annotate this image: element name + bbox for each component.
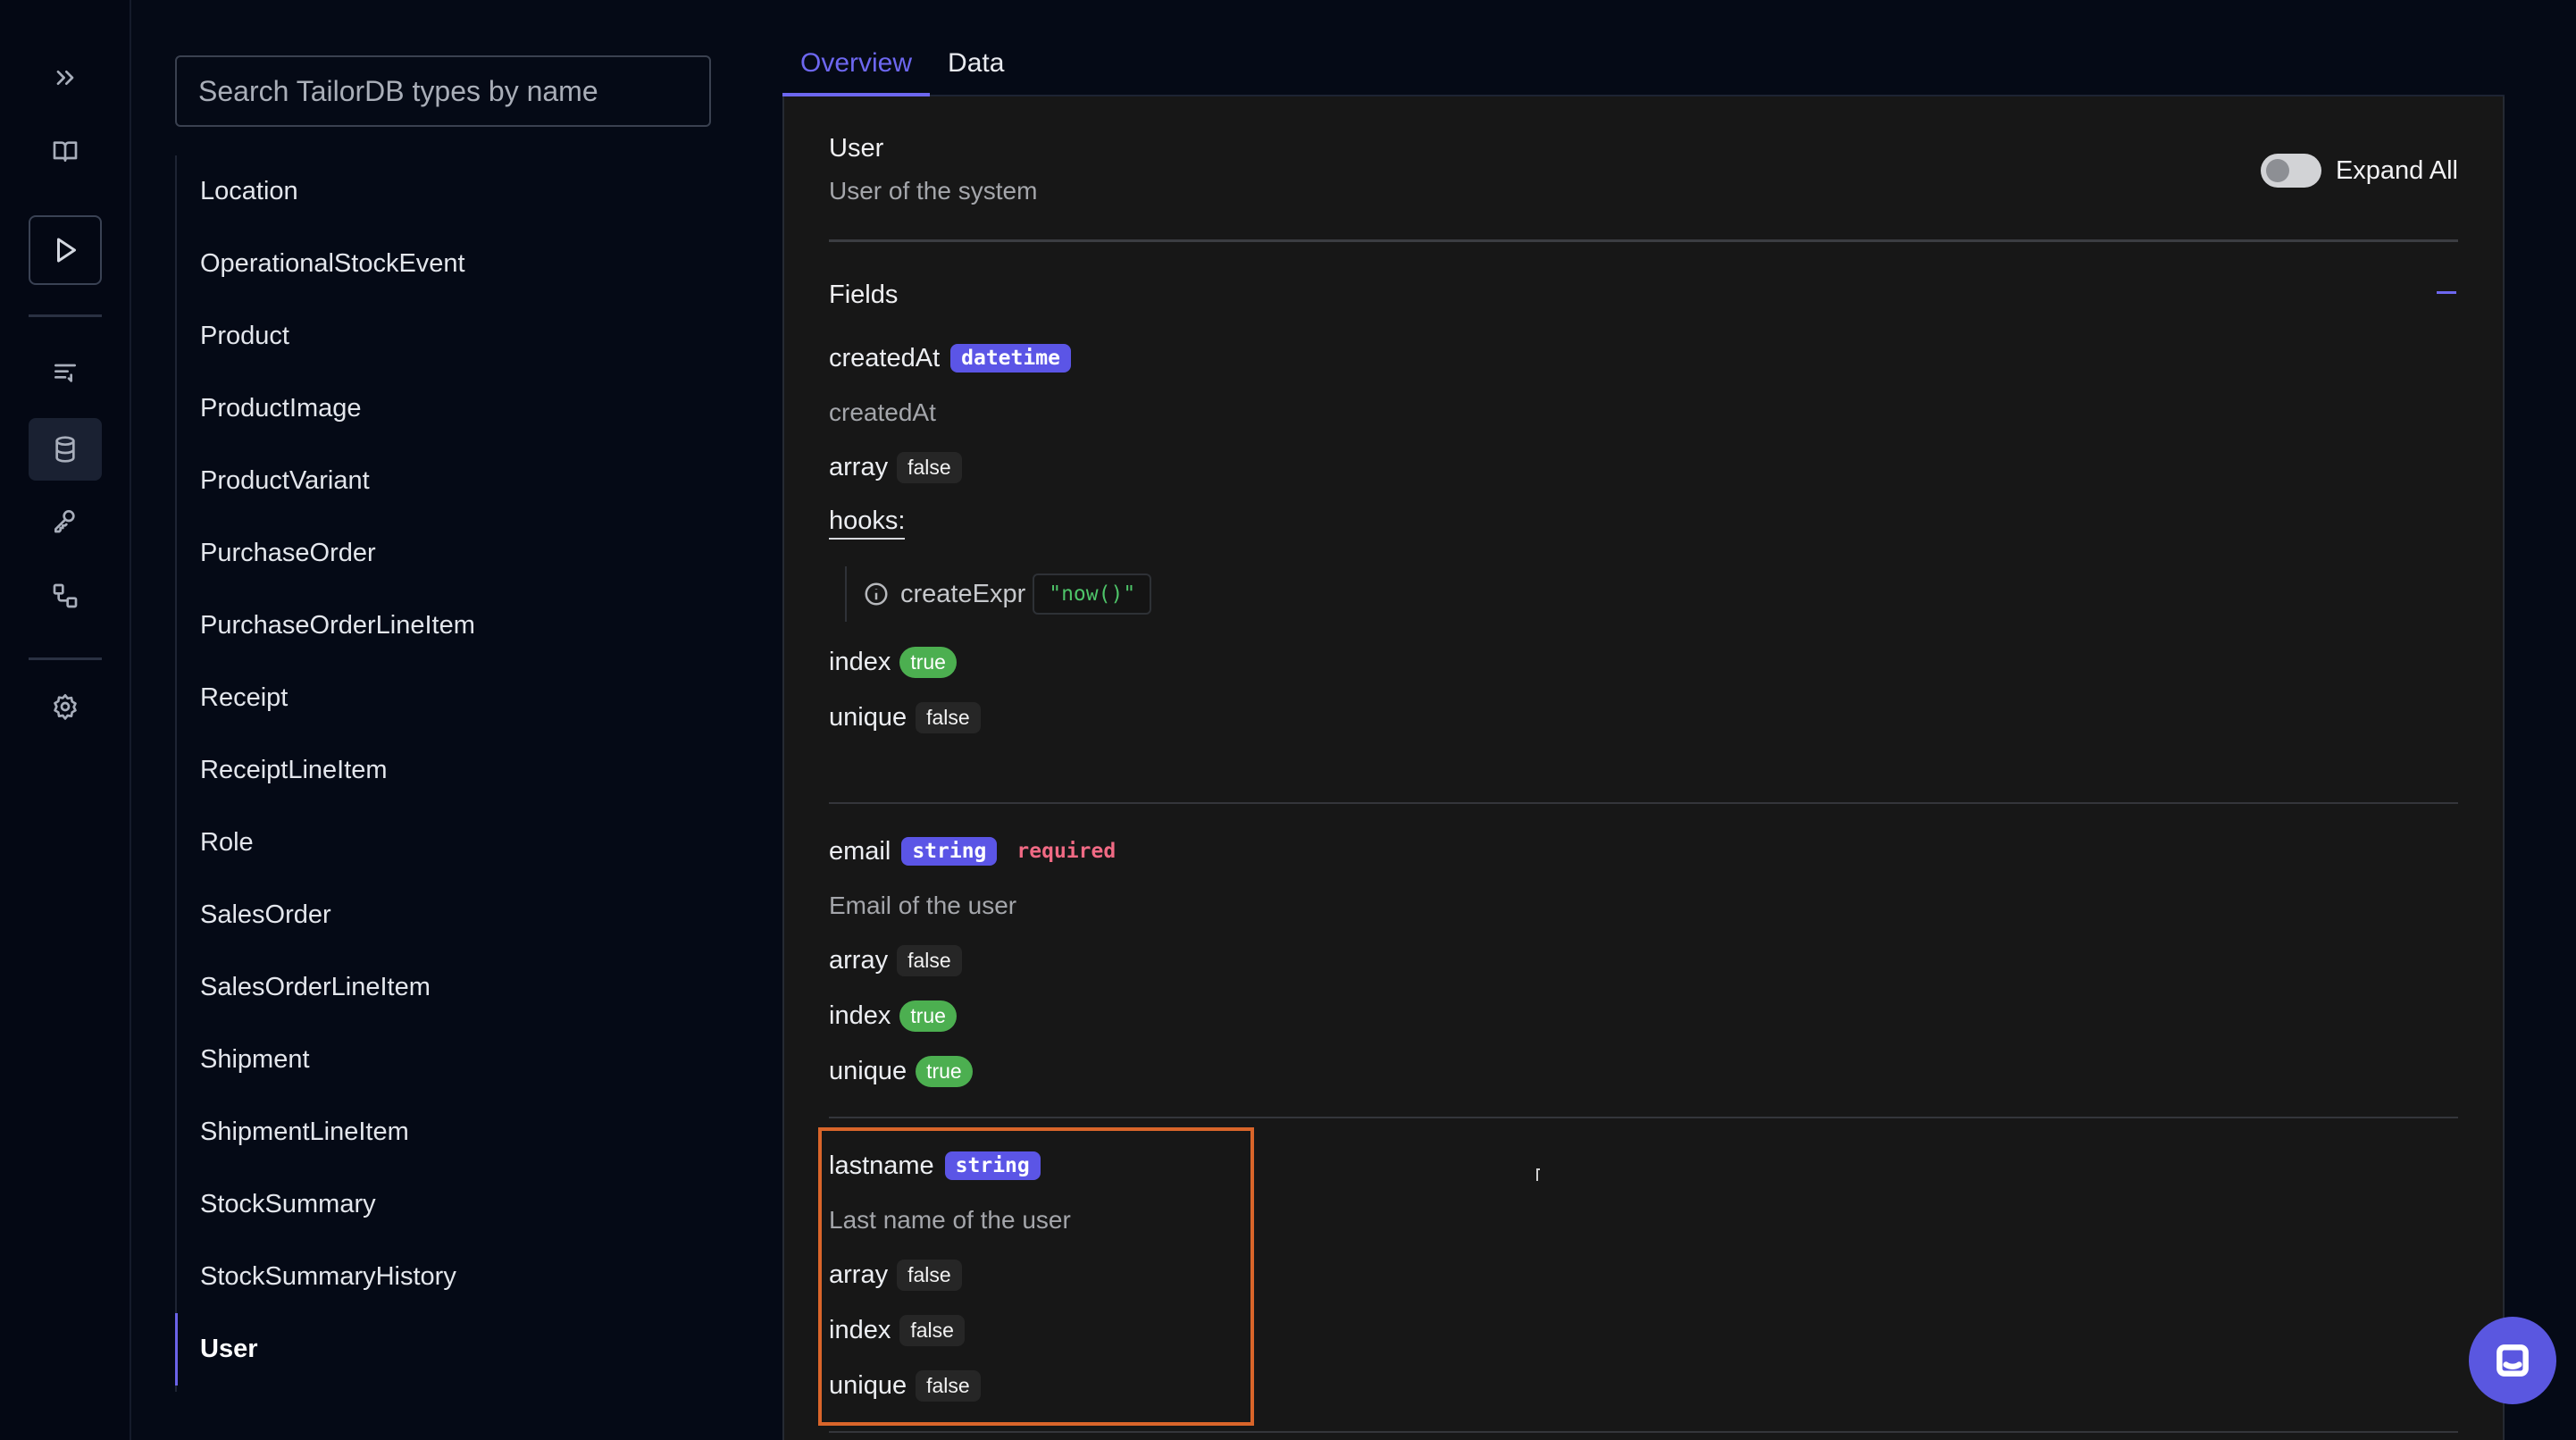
rail-divider bbox=[29, 314, 102, 317]
index-label: index bbox=[829, 647, 891, 676]
field-type-badge: datetime bbox=[950, 344, 1071, 373]
docs-button[interactable] bbox=[29, 120, 102, 182]
hook-expression: "now()" bbox=[1033, 573, 1152, 615]
field-description: Email of the user bbox=[829, 892, 1017, 919]
type-item-receiptlineitem[interactable]: ReceiptLineItem bbox=[177, 734, 568, 807]
type-item-salesorderlineitem[interactable]: SalesOrderLineItem bbox=[177, 951, 568, 1024]
collapse-fields-button[interactable] bbox=[2437, 291, 2456, 294]
type-item-user[interactable]: User bbox=[175, 1313, 568, 1386]
chat-launcher-button[interactable] bbox=[2469, 1317, 2556, 1404]
field-name: createdAt bbox=[829, 343, 941, 373]
expand-icon bbox=[56, 71, 74, 85]
info-icon[interactable] bbox=[863, 581, 890, 607]
database-icon bbox=[55, 436, 75, 463]
type-item-productimage[interactable]: ProductImage bbox=[177, 373, 568, 445]
index-value: true bbox=[899, 646, 957, 678]
unique-label: unique bbox=[829, 702, 907, 732]
index-label: index bbox=[829, 1315, 891, 1344]
array-value: false bbox=[897, 1259, 962, 1291]
field-divider bbox=[829, 1431, 2458, 1433]
type-list: Location OperationalStockEvent Product P… bbox=[175, 155, 568, 1392]
play-icon bbox=[57, 238, 76, 263]
unique-value: false bbox=[916, 1369, 981, 1402]
field-description: createdAt bbox=[829, 398, 936, 426]
workflow-button[interactable] bbox=[29, 565, 102, 627]
expand-all-toggle[interactable] bbox=[2260, 154, 2321, 188]
toggle-knob bbox=[2265, 159, 2289, 182]
tab-bar: Overview Data bbox=[782, 36, 2505, 96]
hook-create-expr: createExpr "now()" bbox=[845, 566, 2458, 622]
rail-divider bbox=[29, 657, 102, 660]
hook-name: createExpr bbox=[900, 579, 1026, 608]
settings-icon bbox=[54, 694, 77, 720]
field-description: Last name of the user bbox=[829, 1206, 1071, 1234]
type-item-stocksummary[interactable]: StockSummary bbox=[177, 1168, 568, 1241]
field-email: email string required Email of the user … bbox=[829, 824, 2458, 1099]
workflow-icon bbox=[53, 583, 78, 608]
type-item-role[interactable]: Role bbox=[177, 807, 568, 879]
type-description: User of the system bbox=[829, 177, 1038, 205]
unique-label: unique bbox=[829, 1056, 907, 1085]
array-label: array bbox=[829, 452, 889, 481]
field-lastname: lastname string Last name of the user ar… bbox=[829, 1138, 2458, 1413]
unique-value: true bbox=[916, 1055, 973, 1087]
type-item-salesorder[interactable]: SalesOrder bbox=[177, 879, 568, 951]
type-item-receipt[interactable]: Receipt bbox=[177, 662, 568, 734]
book-icon bbox=[53, 141, 78, 162]
index-value: true bbox=[899, 1000, 957, 1032]
tab-overview[interactable]: Overview bbox=[782, 36, 931, 96]
expand-all-label: Expand All bbox=[2335, 155, 2458, 185]
index-label: index bbox=[829, 1000, 891, 1030]
type-item-productvariant[interactable]: ProductVariant bbox=[177, 445, 568, 517]
header-divider bbox=[829, 239, 2458, 242]
type-item-purchaseorderlineitem[interactable]: PurchaseOrderLineItem bbox=[177, 590, 568, 662]
tab-data[interactable]: Data bbox=[930, 36, 1022, 96]
type-item-shipment[interactable]: Shipment bbox=[177, 1024, 568, 1096]
field-createdat: createdAt datetime createdAt array false… bbox=[829, 331, 2458, 745]
type-item-purchaseorder[interactable]: PurchaseOrder bbox=[177, 517, 568, 590]
field-divider bbox=[829, 1117, 2458, 1118]
mouse-cursor bbox=[1536, 1168, 1540, 1181]
queries-button[interactable] bbox=[29, 341, 102, 404]
type-detail-panel: User User of the system Expand All Field… bbox=[782, 96, 2505, 1440]
unique-value: false bbox=[916, 701, 981, 733]
unique-label: unique bbox=[829, 1370, 907, 1400]
required-badge: required bbox=[1016, 840, 1117, 863]
icon-rail bbox=[0, 0, 131, 1440]
type-title: User bbox=[829, 134, 884, 163]
hooks-label[interactable]: hooks: bbox=[829, 507, 906, 540]
expand-sidebar-button[interactable] bbox=[29, 46, 102, 109]
type-item-operationalstockevent[interactable]: OperationalStockEvent bbox=[177, 228, 568, 300]
fields-heading: Fields bbox=[829, 280, 899, 309]
type-item-shipmentlineitem[interactable]: ShipmentLineItem bbox=[177, 1096, 568, 1168]
settings-button[interactable] bbox=[29, 675, 102, 738]
field-divider bbox=[829, 802, 2458, 804]
chat-icon bbox=[2497, 1344, 2529, 1377]
type-item-product[interactable]: Product bbox=[177, 300, 568, 373]
field-type-badge: string bbox=[944, 1151, 1041, 1180]
field-name: email bbox=[829, 836, 891, 866]
key-icon bbox=[54, 510, 75, 533]
playground-button[interactable] bbox=[29, 215, 102, 285]
index-value: false bbox=[899, 1314, 965, 1346]
search-types-input[interactable] bbox=[175, 55, 711, 127]
array-value: false bbox=[897, 944, 962, 976]
array-value: false bbox=[897, 451, 962, 483]
field-name: lastname bbox=[829, 1151, 934, 1180]
field-type-badge: string bbox=[901, 837, 998, 866]
list-icon bbox=[54, 364, 76, 382]
array-label: array bbox=[829, 1260, 889, 1289]
database-button[interactable] bbox=[29, 418, 102, 481]
array-label: array bbox=[829, 945, 889, 975]
expand-all-control[interactable]: Expand All bbox=[2260, 154, 2458, 188]
type-item-stocksummaryhistory[interactable]: StockSummaryHistory bbox=[177, 1241, 568, 1313]
type-item-location[interactable]: Location bbox=[177, 155, 568, 228]
auth-button[interactable] bbox=[29, 490, 102, 552]
